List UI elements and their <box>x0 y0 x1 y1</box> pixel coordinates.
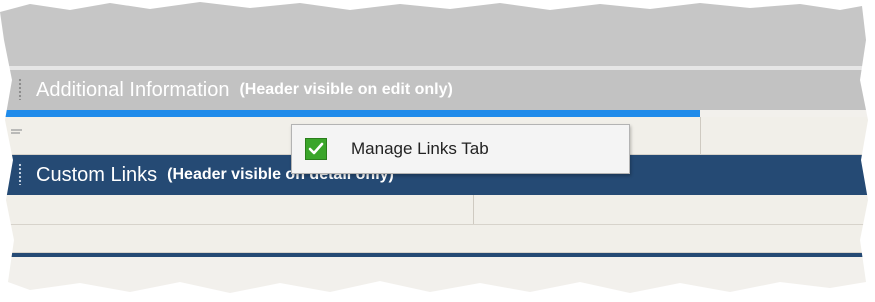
drag-handle-icon[interactable] <box>18 78 23 100</box>
popup-label: Manage Links Tab <box>351 139 489 158</box>
top-section-band <box>0 2 868 66</box>
drop-indicator-bar <box>0 110 700 117</box>
section-field-row <box>0 225 868 253</box>
drag-handle-icon[interactable] <box>18 163 23 185</box>
section-header-additional-information[interactable]: Additional Information (Header visible o… <box>0 70 868 110</box>
page-layout-editor-snippet: Additional Information (Header visible o… <box>0 2 868 293</box>
column-divider <box>700 117 701 154</box>
column-divider <box>473 195 474 224</box>
page-background <box>0 257 868 293</box>
section-title: Additional Information <box>36 78 230 101</box>
section-field-row <box>0 195 868 225</box>
section-header-note: (Header visible on edit only) <box>239 81 453 98</box>
section-title: Custom Links <box>36 163 158 186</box>
checkbox-checked-icon[interactable] <box>305 138 327 160</box>
manage-links-tab-popup[interactable]: Manage Links Tab <box>291 124 630 174</box>
drag-marker-icon <box>11 129 22 134</box>
